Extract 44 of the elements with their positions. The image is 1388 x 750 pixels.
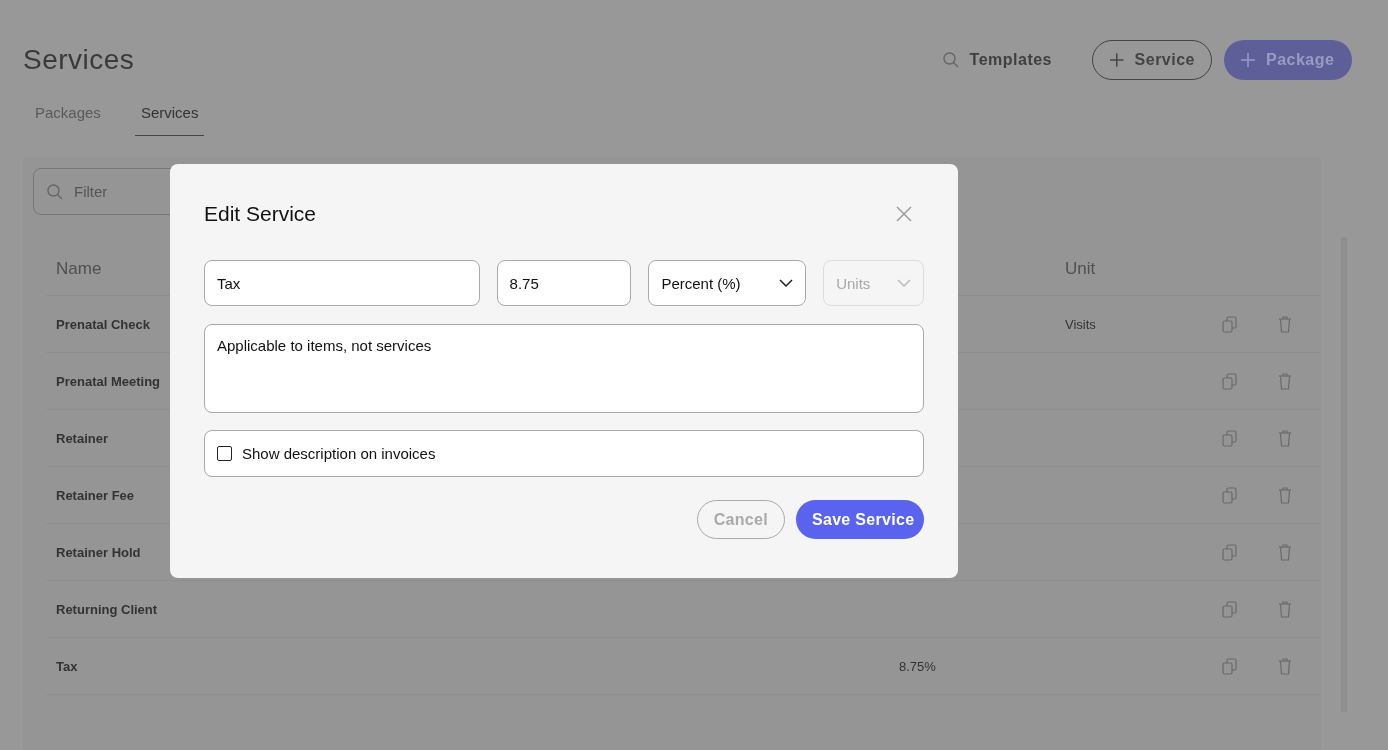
table-cell-text: Retainer Hold [56,544,142,560]
amount-field[interactable]: 8.75 [496,260,632,306]
plus-icon [1109,52,1125,68]
copy-icon[interactable] [1222,315,1238,333]
trash-icon[interactable] [1278,486,1292,504]
close-button[interactable] [896,206,912,222]
tab[interactable]: Services [134,98,205,136]
table-cell-text: Prenatal Meeting [56,373,162,389]
copy-icon[interactable] [1222,657,1238,675]
copy-icon[interactable] [1222,600,1238,618]
chevron-down-icon [897,279,911,287]
type-dropdown[interactable]: Percent (%) [648,260,807,306]
checkbox[interactable] [217,446,232,461]
save-button[interactable]: Save Service [796,500,924,539]
copy-icon[interactable] [1222,543,1238,561]
page-title: Services [23,44,135,76]
search-icon [46,182,64,201]
column-header: Name [56,259,103,279]
trash-icon[interactable] [1278,429,1292,447]
table-cell-text: Prenatal Check [56,316,151,332]
tab[interactable]: Packages [29,98,107,136]
copy-icon[interactable] [1222,429,1238,447]
trash-icon[interactable] [1278,543,1292,561]
trash-icon[interactable] [1278,315,1292,333]
copy-icon[interactable] [1222,372,1238,390]
trash-icon[interactable] [1278,657,1292,675]
table-cell-text: Tax [56,658,79,674]
chevron-down-icon [779,279,794,287]
templates-link[interactable]: Templates [925,40,1080,80]
plus-icon [1240,52,1256,68]
trash-icon[interactable] [1278,600,1292,618]
table-cell-text: Retainer [56,430,110,446]
table-cell-text: Returning Client [56,601,159,617]
table-cell: Visits [1065,316,1096,332]
checkbox-label: Show description on invoices [242,445,436,462]
table-cell: 8.75% [899,658,936,674]
dialog-title: Edit Service [204,202,317,226]
copy-icon[interactable] [1222,486,1238,504]
trash-icon[interactable] [1278,372,1292,390]
name-field[interactable]: Tax [204,260,480,306]
table-cell-text: Retainer Fee [56,487,136,503]
search-icon [941,51,960,69]
description-field[interactable]: Applicable to items, not services [204,324,924,413]
column-header: Unit [1065,259,1097,279]
